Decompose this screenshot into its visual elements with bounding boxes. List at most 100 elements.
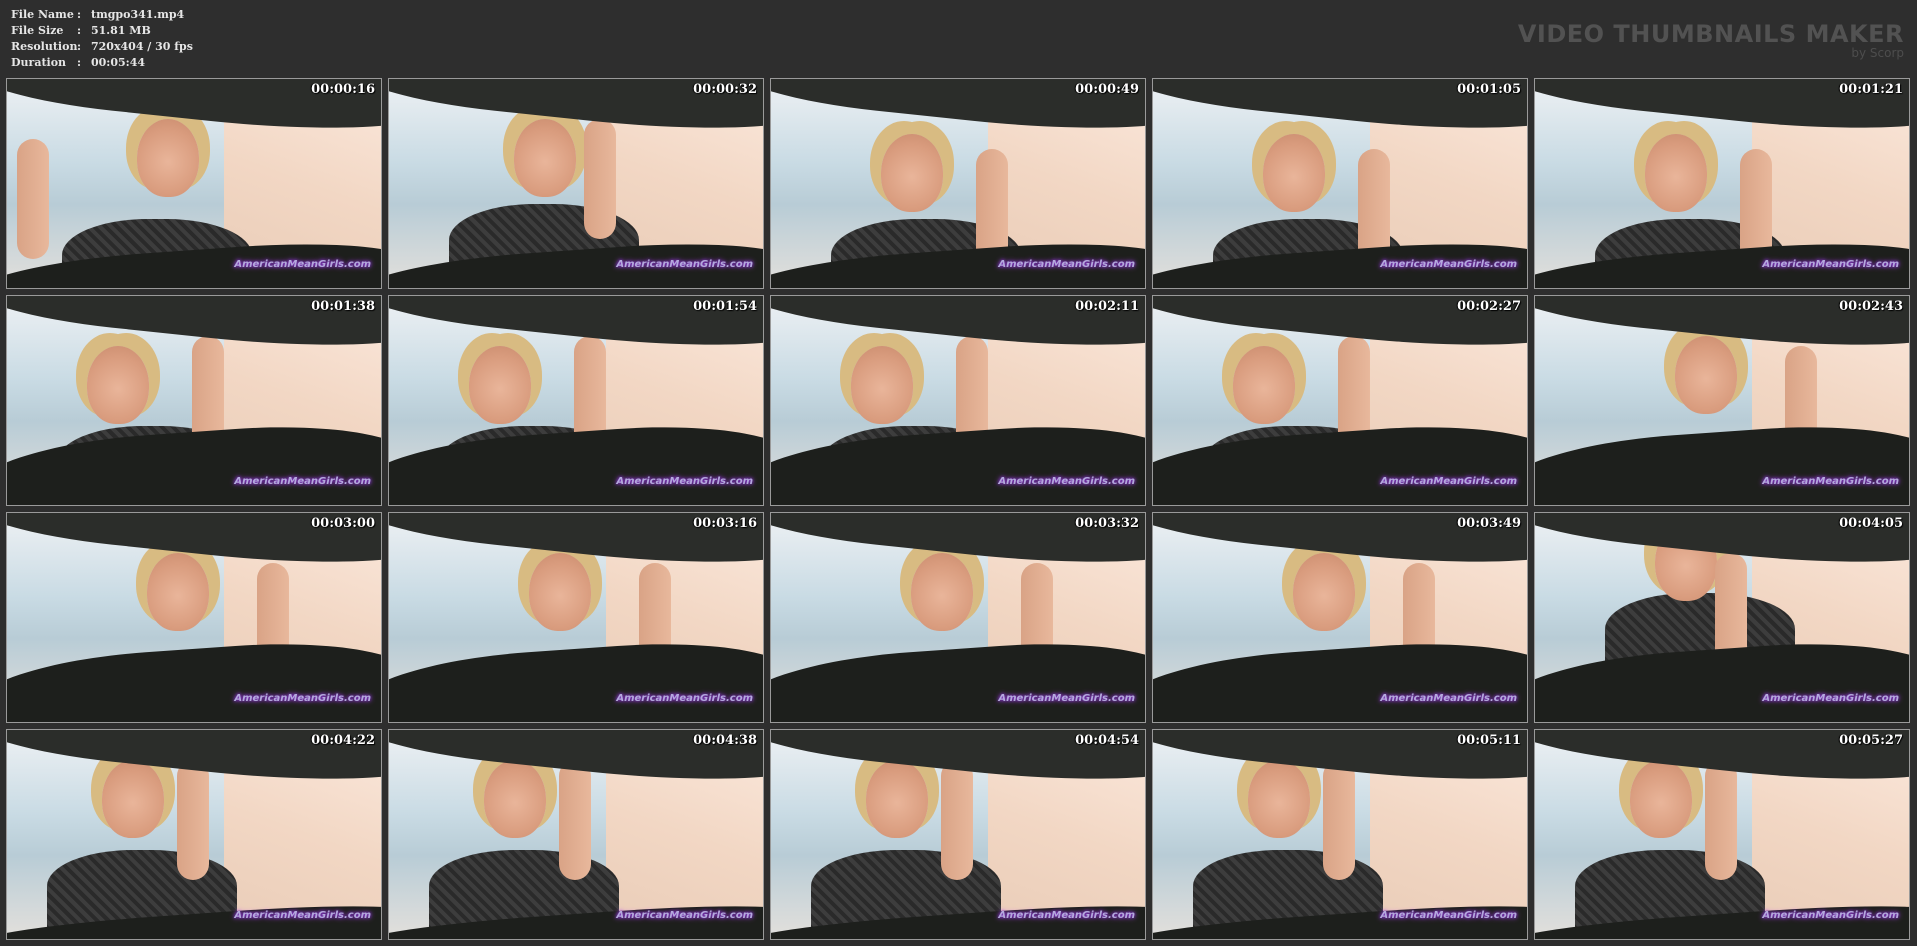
thumbnail-figure-arm	[941, 760, 973, 880]
resolution-separator: :	[77, 40, 82, 53]
thumbnail-timestamp: 00:02:27	[1457, 299, 1521, 314]
thumbnail-timestamp: 00:04:54	[1075, 733, 1139, 748]
thumbnail-figure-head	[137, 119, 199, 197]
thumbnail-timestamp: 00:05:11	[1457, 733, 1521, 748]
thumbnail-figure-head	[1233, 346, 1295, 424]
file-size-label: File Size	[11, 24, 64, 37]
thumbnail-timestamp: 00:03:49	[1457, 516, 1521, 531]
thumbnail-watermark: AmericanMeanGirls.com	[998, 259, 1135, 270]
thumbnail-watermark: AmericanMeanGirls.com	[1380, 259, 1517, 270]
duration-label: Duration	[11, 56, 67, 69]
thumbnail: 00:03:49 AmericanMeanGirls.com	[1152, 512, 1528, 723]
thumbnail-timestamp: 00:01:21	[1839, 82, 1903, 97]
thumbnail-figure-head	[1293, 553, 1355, 631]
thumbnail-figure-head	[469, 346, 531, 424]
thumbnail-watermark: AmericanMeanGirls.com	[616, 476, 753, 487]
thumbnail-timestamp: 00:01:05	[1457, 82, 1521, 97]
thumbnail-timestamp: 00:01:54	[693, 299, 757, 314]
thumbnail: 00:02:27 AmericanMeanGirls.com	[1152, 295, 1528, 506]
thumbnail: 00:03:32 AmericanMeanGirls.com	[770, 512, 1146, 723]
thumbnail-watermark: AmericanMeanGirls.com	[1762, 259, 1899, 270]
thumbnail-figure-arm	[17, 139, 49, 259]
thumbnail-timestamp: 00:00:16	[311, 82, 375, 97]
thumbnail-watermark: AmericanMeanGirls.com	[1380, 693, 1517, 704]
thumbnail-figure-head	[147, 553, 209, 631]
thumbnail: 00:02:43 AmericanMeanGirls.com	[1534, 295, 1910, 506]
thumbnail: 00:04:38 AmericanMeanGirls.com	[388, 729, 764, 940]
thumbnail: 00:00:49 AmericanMeanGirls.com	[770, 78, 1146, 289]
resolution-label: Resolution	[11, 40, 78, 53]
thumbnail-timestamp: 00:05:27	[1839, 733, 1903, 748]
brand-subtitle: by Scorp	[1851, 46, 1904, 60]
thumbnail-figure-arm	[177, 760, 209, 880]
thumbnail-watermark: AmericanMeanGirls.com	[234, 910, 371, 921]
thumbnail-timestamp: 00:03:16	[693, 516, 757, 531]
thumbnail-watermark: AmericanMeanGirls.com	[234, 476, 371, 487]
file-info-row-duration: Duration : 00:05:44	[11, 55, 193, 71]
thumbnail-figure-head	[851, 346, 913, 424]
file-info-row-resolution: Resolution : 720x404 / 30 fps	[11, 39, 193, 55]
duration-value: 00:05:44	[91, 56, 146, 69]
thumbnail: 00:02:11 AmericanMeanGirls.com	[770, 295, 1146, 506]
thumbnail-watermark: AmericanMeanGirls.com	[616, 259, 753, 270]
thumbnail: 00:00:32 AmericanMeanGirls.com	[388, 78, 764, 289]
thumbnail-timestamp: 00:04:38	[693, 733, 757, 748]
thumbnail-timestamp: 00:03:32	[1075, 516, 1139, 531]
thumbnail-figure-head	[881, 134, 943, 212]
thumbnail-watermark: AmericanMeanGirls.com	[998, 910, 1135, 921]
thumbnail: 00:00:16 AmericanMeanGirls.com	[6, 78, 382, 289]
file-name-value: tmgpo341.mp4	[91, 8, 185, 21]
thumbnail-timestamp: 00:01:38	[311, 299, 375, 314]
thumbnail-sheet: File Name : tmgpo341.mp4 File Size : 51.…	[0, 0, 1917, 946]
thumbnail: 00:05:11 AmericanMeanGirls.com	[1152, 729, 1528, 940]
thumbnail-grid: 00:00:16 AmericanMeanGirls.com 00:00:32 …	[6, 78, 1911, 940]
file-size-value: 51.81 MB	[91, 24, 151, 37]
file-info-row-name: File Name : tmgpo341.mp4	[11, 7, 193, 23]
thumbnail-watermark: AmericanMeanGirls.com	[234, 259, 371, 270]
thumbnail: 00:01:54 AmericanMeanGirls.com	[388, 295, 764, 506]
thumbnail-timestamp: 00:03:00	[311, 516, 375, 531]
thumbnail-timestamp: 00:00:32	[693, 82, 757, 97]
thumbnail-timestamp: 00:04:22	[311, 733, 375, 748]
thumbnail: 00:04:22 AmericanMeanGirls.com	[6, 729, 382, 940]
thumbnail-figure-head	[1263, 134, 1325, 212]
thumbnail: 00:01:21 AmericanMeanGirls.com	[1534, 78, 1910, 289]
thumbnail-watermark: AmericanMeanGirls.com	[1380, 910, 1517, 921]
thumbnail-timestamp: 00:02:43	[1839, 299, 1903, 314]
thumbnail-watermark: AmericanMeanGirls.com	[616, 693, 753, 704]
thumbnail-figure-head	[87, 346, 149, 424]
thumbnail-figure-head	[1675, 336, 1737, 414]
thumbnail-figure-head	[866, 760, 928, 838]
thumbnail-watermark: AmericanMeanGirls.com	[998, 693, 1135, 704]
duration-separator: :	[77, 56, 82, 69]
thumbnail-figure-head	[102, 760, 164, 838]
thumbnail-figure-arm	[1323, 760, 1355, 880]
thumbnail-watermark: AmericanMeanGirls.com	[616, 910, 753, 921]
file-size-separator: :	[77, 24, 82, 37]
thumbnail-timestamp: 00:02:11	[1075, 299, 1139, 314]
thumbnail-figure-head	[529, 553, 591, 631]
thumbnail: 00:04:05 AmericanMeanGirls.com	[1534, 512, 1910, 723]
thumbnail: 00:04:54 AmericanMeanGirls.com	[770, 729, 1146, 940]
thumbnail: 00:01:05 AmericanMeanGirls.com	[1152, 78, 1528, 289]
file-info-row-size: File Size : 51.81 MB	[11, 23, 193, 39]
thumbnail: 00:01:38 AmericanMeanGirls.com	[6, 295, 382, 506]
thumbnail-figure-head	[1248, 760, 1310, 838]
thumbnail-watermark: AmericanMeanGirls.com	[1762, 693, 1899, 704]
thumbnail-figure-head	[911, 553, 973, 631]
thumbnail-figure-arm	[584, 119, 616, 239]
thumbnail: 00:05:27 AmericanMeanGirls.com	[1534, 729, 1910, 940]
thumbnail-figure-arm	[1705, 760, 1737, 880]
thumbnail-timestamp: 00:04:05	[1839, 516, 1903, 531]
thumbnail-figure-head	[484, 760, 546, 838]
thumbnail-watermark: AmericanMeanGirls.com	[1380, 476, 1517, 487]
brand-logo: VIDEO THUMBNAILS MAKER by Scorp	[1518, 21, 1904, 60]
thumbnail-figure-head	[1645, 134, 1707, 212]
thumbnail-watermark: AmericanMeanGirls.com	[234, 693, 371, 704]
thumbnail-timestamp: 00:00:49	[1075, 82, 1139, 97]
thumbnail: 00:03:00 AmericanMeanGirls.com	[6, 512, 382, 723]
thumbnail: 00:03:16 AmericanMeanGirls.com	[388, 512, 764, 723]
thumbnail-figure-head	[514, 119, 576, 197]
thumbnail-watermark: AmericanMeanGirls.com	[1762, 476, 1899, 487]
thumbnail-figure-arm	[559, 760, 591, 880]
